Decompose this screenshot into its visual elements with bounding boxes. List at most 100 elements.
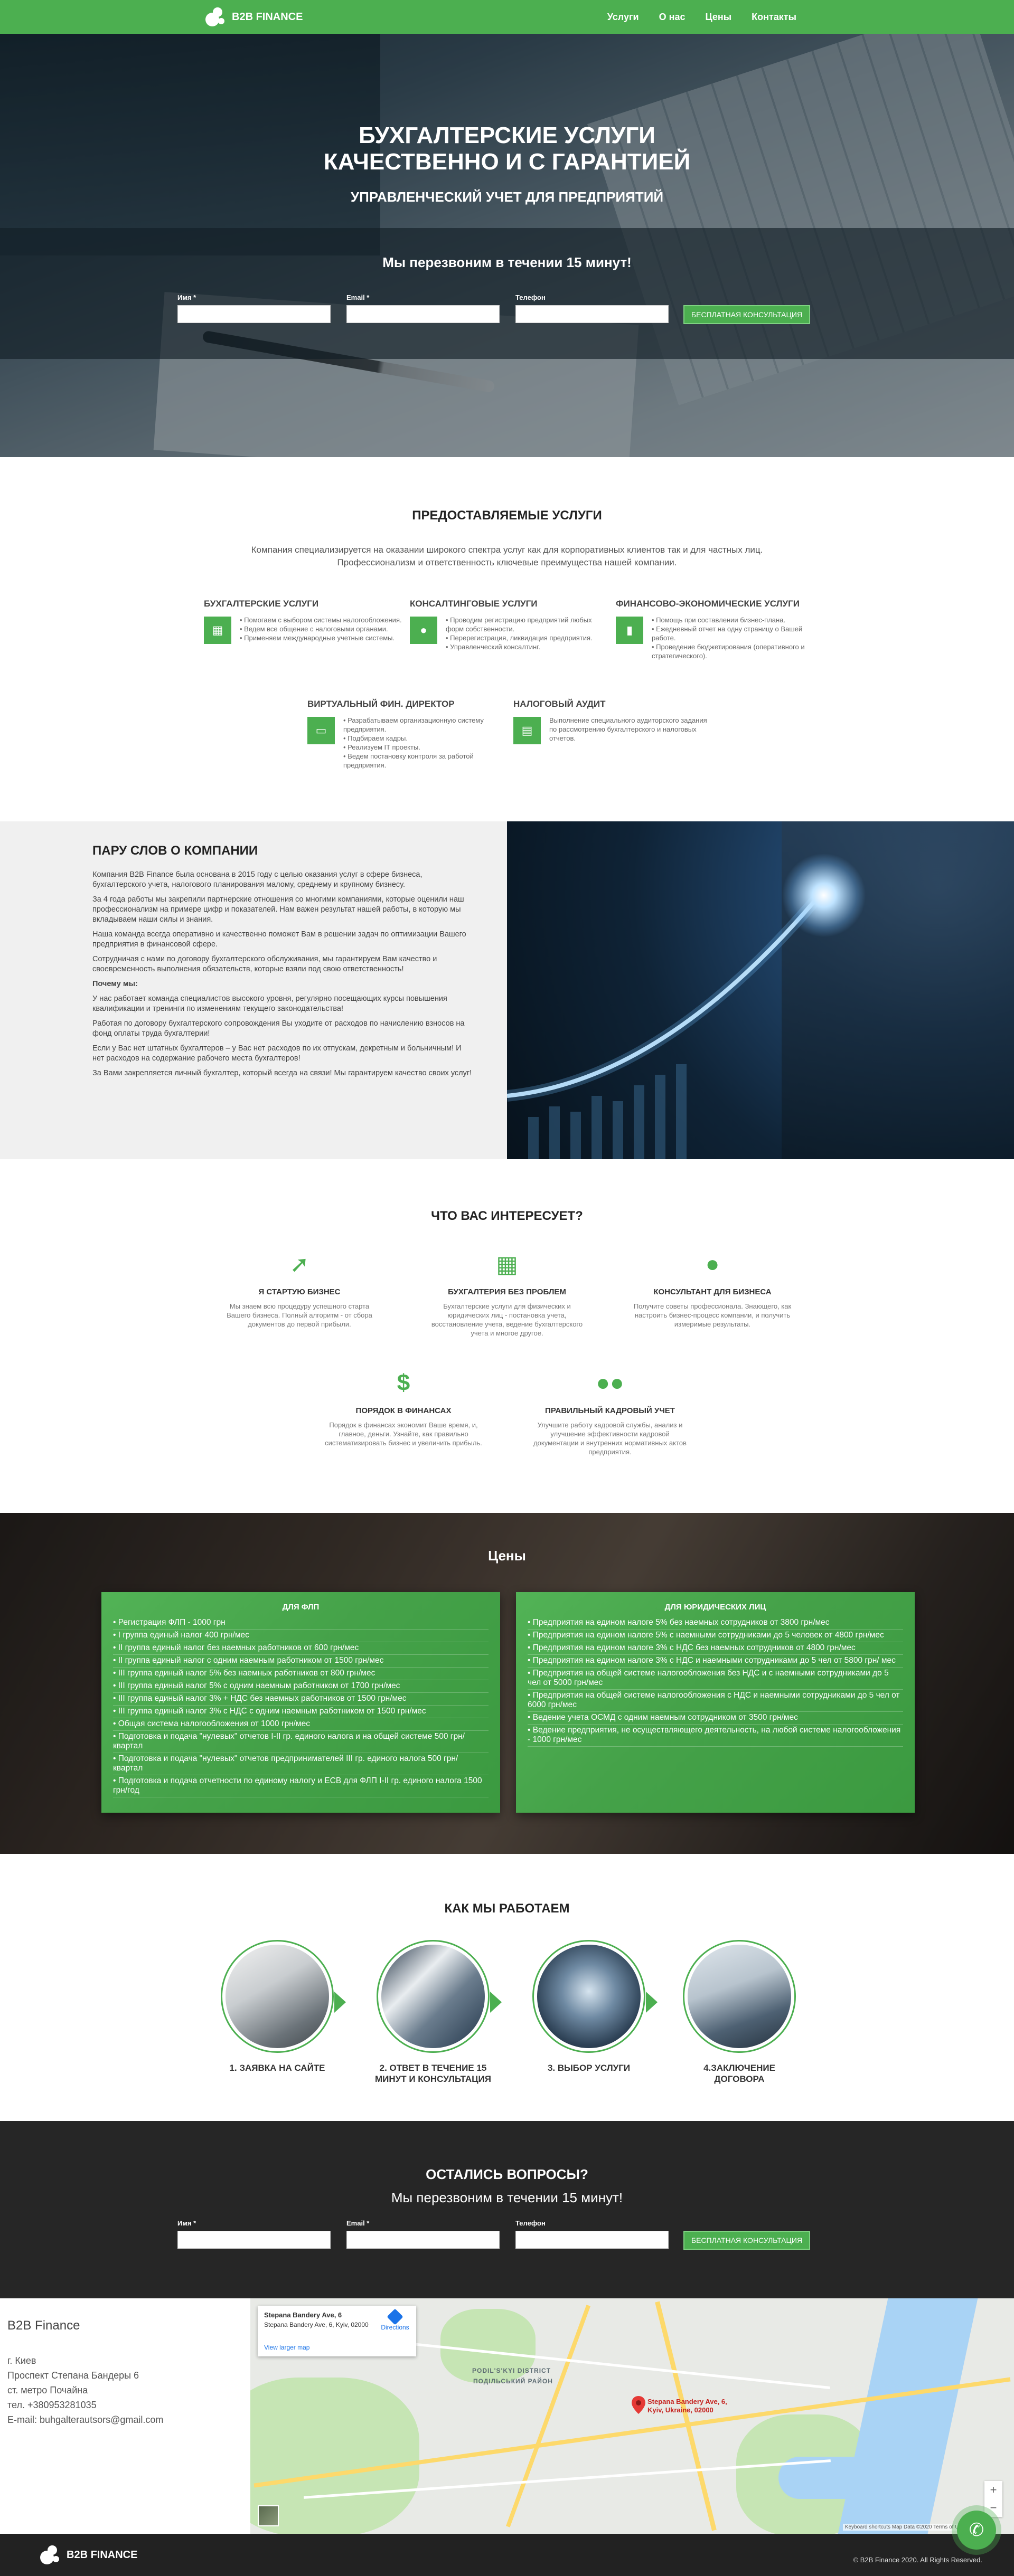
- name-input[interactable]: [177, 305, 331, 323]
- step-choose-service: 3. ВЫБОР УСЛУГИ: [528, 1940, 650, 2073]
- phone-label: Телефон: [515, 293, 546, 301]
- nav-about[interactable]: О нас: [659, 12, 686, 23]
- phone-input[interactable]: [515, 305, 669, 323]
- email-input[interactable]: [346, 2231, 500, 2249]
- step-request: 1. ЗАЯВКА НА САЙТЕ: [217, 1940, 338, 2073]
- step-arrow-icon: [490, 1992, 502, 2013]
- nav-services[interactable]: Услуги: [607, 12, 639, 23]
- group-icon: ●●: [596, 1370, 624, 1396]
- contact-phone[interactable]: тел. +380953281035: [7, 2398, 163, 2412]
- document-icon: ▤: [513, 717, 541, 744]
- service-title: КОНСАЛТИНГОВЫЕ УСЛУГИ: [410, 599, 538, 609]
- free-consultation-button[interactable]: БЕСПЛАТНАЯ КОНСУЛЬТАЦИЯ: [683, 2231, 810, 2250]
- price-item: • II группа единый налог без наемных раб…: [113, 1642, 489, 1655]
- hero-subtitle: УПРАВЛЕНЧЕСКИЙ УЧЕТ ДЛЯ ПРЕДПРИЯТИЙ: [350, 189, 664, 205]
- nav-prices[interactable]: Цены: [705, 12, 731, 23]
- zoom-in-button[interactable]: +: [984, 2481, 1002, 2499]
- prices-title: Цены: [488, 1548, 526, 1564]
- interest-startup[interactable]: ➚ Я СТАРТУЮ БИЗНЕС Мы знаем всю процедур…: [220, 1248, 379, 1329]
- questions-name-field: Имя *: [177, 2219, 331, 2249]
- about-text: Компания B2B Finance была основана в 201…: [92, 870, 472, 1077]
- name-label: Имя *: [177, 2219, 196, 2227]
- interest-accounting[interactable]: ▦ БУХГАЛТЕРИЯ БЕЗ ПРОБЛЕМ Бухгалтерские …: [428, 1248, 586, 1338]
- service-consulting: КОНСАЛТИНГОВЫЕ УСЛУГИ ● • Проводим регис…: [410, 599, 611, 651]
- chart-icon: ▮: [616, 617, 643, 644]
- map-pin-label: Stepana Bandery Ave, 6, Kyiv, Ukraine, 0…: [647, 2398, 727, 2414]
- service-finance: ФИНАНСОВО-ЭКОНОМИЧЕСКИЕ УСЛУГИ ▮ • Помощ…: [616, 599, 816, 660]
- service-accounting: БУХГАЛТЕРСКИЕ УСЛУГИ ▦ • Помогаем с выбо…: [204, 599, 405, 644]
- hero-title-line2: КАЧЕСТВЕННО И С ГАРАНТИЕЙ: [323, 149, 691, 175]
- price-card-title: ДЛЯ ЮРИДИЧЕСКИХ ЛИЦ: [664, 1603, 766, 1612]
- free-consultation-button[interactable]: БЕСПЛАТНАЯ КОНСУЛЬТАЦИЯ: [683, 305, 810, 324]
- map-satellite-toggle[interactable]: [258, 2505, 279, 2526]
- service-title: ВИРТУАЛЬНЫЙ ФИН. ДИРЕКТОР: [307, 699, 455, 709]
- price-item: • III группа единый налог 5% с одним нае…: [113, 1680, 489, 1693]
- price-item: • Ведение учета ОСМД с одним наемным сот…: [528, 1712, 903, 1725]
- hero-phone-field: Телефон: [515, 293, 669, 323]
- interests-title: ЧТО ВАС ИНТЕРЕСУЕТ?: [431, 1209, 583, 1223]
- questions-section: ОСТАЛИСЬ ВОПРОСЫ? Мы перезвоним в течени…: [0, 2121, 1014, 2298]
- map-pin-icon[interactable]: [632, 2396, 645, 2414]
- page: B2B FINANCE Услуги О нас Цены Контакты Б…: [0, 0, 1014, 2576]
- hero-name-field: Имя *: [177, 293, 331, 323]
- site-footer: B2B FINANCE © B2B Finance 2020. All Righ…: [0, 2534, 1014, 2576]
- how-we-work-title: КАК МЫ РАБОТАЕМ: [444, 1901, 570, 1916]
- price-item: • Предприятия на общей системе налогообл…: [528, 1690, 903, 1712]
- contact-city: г. Киев: [7, 2355, 36, 2366]
- interest-consultant[interactable]: ● КОНСУЛЬТАНТ ДЛЯ БИЗНЕСА Получите совет…: [633, 1248, 792, 1329]
- price-item: • Подготовка и подача отчетности по един…: [113, 1775, 489, 1797]
- service-tax-audit: НАЛОГОВЫЙ АУДИТ ▤ Выполнение специальног…: [513, 699, 714, 744]
- nav-contacts[interactable]: Контакты: [752, 12, 796, 23]
- service-title: БУХГАЛТЕРСКИЕ УСЛУГИ: [204, 599, 319, 609]
- callback-phone-button[interactable]: ✆: [957, 2511, 996, 2550]
- contact-street: Проспект Степана Бандеры 6: [7, 2370, 139, 2381]
- copyright: © B2B Finance 2020. All Rights Reserved.: [853, 2556, 982, 2564]
- interest-finances[interactable]: $ ПОРЯДОК В ФИНАНСАХ Порядок в финансах …: [324, 1367, 483, 1447]
- services-title: ПРЕДОСТАВЛЯЕМЫЕ УСЛУГИ: [412, 508, 602, 523]
- price-item: • Предприятия на общей системе налогообл…: [528, 1668, 903, 1690]
- site-header: B2B FINANCE Услуги О нас Цены Контакты: [0, 0, 1014, 34]
- interest-hr[interactable]: ●● ПРАВИЛЬНЫЙ КАДРОВЫЙ УЧЕТ Улучшите раб…: [531, 1367, 689, 1456]
- questions-title: ОСТАЛИСЬ ВОПРОСЫ?: [426, 2166, 588, 2182]
- price-item: • Предприятия на едином налоге 3% с НДС …: [528, 1642, 903, 1655]
- name-label: Имя *: [177, 293, 196, 301]
- phone-label: Телефон: [515, 2219, 546, 2227]
- contacts-details: г. Киев Проспект Степана Бандеры 6 ст. м…: [7, 2353, 163, 2427]
- google-map[interactable]: PODIL'S'KYI DISTRICT ПОДІЛЬСЬКИЙ РАЙОН S…: [250, 2298, 1014, 2534]
- price-item: • II группа единый налог с одним наемным…: [113, 1655, 489, 1668]
- service-title: ФИНАНСОВО-ЭКОНОМИЧЕСКИЕ УСЛУГИ: [616, 599, 800, 609]
- map-attribution: Keyboard shortcuts Map Data ©2020 Terms …: [842, 2524, 966, 2531]
- price-item: • Предприятия на едином налоге 5% с наем…: [528, 1630, 903, 1642]
- hero-title: БУХГАЛТЕРСКИЕ УСЛУГИ КАЧЕСТВЕННО И С ГАР…: [0, 122, 1014, 175]
- laptop-icon: ▭: [307, 717, 335, 744]
- contact-email[interactable]: E-mail: buhgalterautsors@gmail.com: [7, 2412, 163, 2427]
- map-district-label: PODIL'S'KYI DISTRICT: [472, 2367, 551, 2374]
- phone-input[interactable]: [515, 2231, 669, 2249]
- footer-logo-text: B2B FINANCE: [67, 2549, 138, 2561]
- logo-text: B2B FINANCE: [232, 11, 303, 23]
- name-input[interactable]: [177, 2231, 331, 2249]
- price-card-legal: ДЛЯ ЮРИДИЧЕСКИХ ЛИЦ • Предприятия на еди…: [516, 1592, 915, 1813]
- step-image-handshake: [683, 1940, 796, 2053]
- calculator-icon: ▦: [496, 1251, 518, 1277]
- price-item: • III группа единый налог 5% без наемных…: [113, 1668, 489, 1680]
- map-view-larger-link[interactable]: View larger map: [264, 2344, 309, 2351]
- email-input[interactable]: [346, 305, 500, 323]
- questions-subtitle: Мы перезвоним в течении 15 минут!: [391, 2190, 623, 2205]
- prices-section: Цены ДЛЯ ФЛП • Регистрация ФЛП - 1000 гр…: [0, 1513, 1014, 1854]
- header-logo[interactable]: B2B FINANCE: [203, 5, 303, 29]
- map-info-card: Stepana Bandery Ave, 6 Stepana Bandery A…: [258, 2306, 416, 2356]
- map-directions-button[interactable]: Directions: [379, 2308, 411, 2331]
- user-icon: ●: [410, 617, 437, 644]
- footer-logo[interactable]: B2B FINANCE: [38, 2543, 137, 2566]
- contact-metro: ст. метро Почайна: [7, 2385, 88, 2395]
- price-item: • III группа единый налог 3% + НДС без н…: [113, 1693, 489, 1706]
- logo-bubbles-icon: [203, 5, 227, 29]
- logo-bubbles-icon: [38, 2543, 61, 2566]
- price-item: • Подготовка и подача "нулевых" отчетов …: [113, 1753, 489, 1775]
- price-item: • Предприятия на едином налоге 3% с НДС …: [528, 1655, 903, 1668]
- about-image: [507, 821, 1014, 1159]
- rocket-icon: ➚: [289, 1251, 309, 1277]
- price-item: • Общая система налогообложения от 1000 …: [113, 1718, 489, 1731]
- price-item: • Подготовка и подача "нулевых" отчетов …: [113, 1731, 489, 1753]
